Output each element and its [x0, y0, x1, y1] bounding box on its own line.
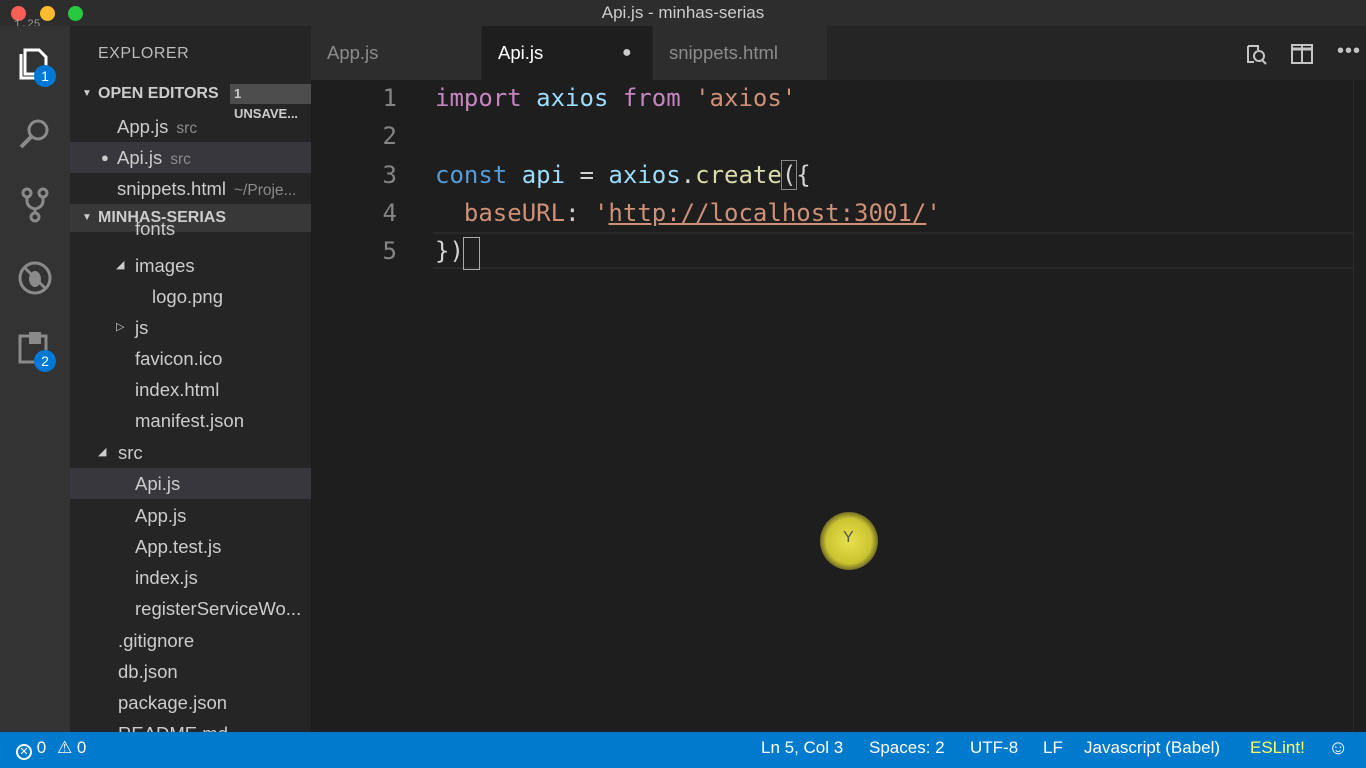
tree-item[interactable]: index.html [70, 374, 311, 405]
tree-item[interactable]: manifest.json [70, 405, 311, 436]
chevron-down-icon: ◢ [98, 446, 107, 458]
code-line-3: const api = axios.create({ [435, 160, 811, 190]
extensions-icon[interactable]: 2 [15, 328, 56, 372]
minimize-window-button[interactable] [40, 6, 55, 21]
source-control-icon[interactable] [15, 184, 55, 224]
open-editor-item[interactable]: snippets.html ~/Proje... [70, 173, 311, 204]
extensions-badge: 2 [34, 350, 56, 372]
tree-item[interactable]: index.js [70, 562, 311, 593]
current-line-highlight [433, 232, 1366, 269]
problems-indicator[interactable]: ✕ 0 ⚠ 0 [16, 732, 86, 764]
indentation[interactable]: Spaces: 2 [869, 732, 945, 764]
line-number: 3 [382, 161, 397, 189]
tree-item[interactable]: db.json [70, 656, 311, 687]
open-editors-header[interactable]: ▼ OPEN EDITORS 1 UNSAVE... [70, 80, 311, 121]
open-editor-item[interactable]: App.js src [70, 111, 311, 142]
code-line-4: baseURL: 'http://localhost:3001/' [463, 199, 941, 227]
open-changes-icon[interactable] [1245, 43, 1267, 65]
code-line-5: }) [435, 237, 464, 265]
window-title: Api.js - minhas-serias [601, 3, 765, 22]
cursor-position[interactable]: Ln 5, Col 3 [761, 732, 843, 764]
explorer-icon[interactable]: 1 [15, 44, 56, 87]
tree-item[interactable]: .gitignore [70, 625, 311, 656]
code-line-1: import axios from 'axios' [435, 84, 797, 112]
line-number: 1 [382, 84, 397, 112]
error-icon: ✕ [16, 744, 32, 760]
chevron-right-icon: ▷ [116, 321, 125, 333]
tab-app-js[interactable]: App.js [311, 26, 481, 80]
feedback-smiley-icon[interactable]: ☺ [1328, 732, 1348, 764]
tab-snippets-html[interactable]: snippets.html [653, 26, 827, 80]
line-number: 4 [382, 199, 397, 227]
search-icon[interactable] [15, 114, 55, 154]
maximize-window-button[interactable] [68, 6, 83, 21]
code-editor[interactable]: 1 2 3 4 5 import axios from 'axios' cons… [311, 80, 1366, 732]
url-link[interactable]: http://localhost:3001/ [608, 199, 926, 227]
tree-item-folder[interactable]: ▷ js [70, 312, 311, 343]
warning-icon: ⚠ [56, 738, 73, 757]
tree-item[interactable]: fonts [70, 222, 311, 240]
tree-item[interactable]: registerServiceWo... [70, 593, 311, 624]
tab-api-js[interactable]: Api.js ● [482, 26, 652, 80]
pointer-icon: Y [843, 529, 854, 546]
status-bar: ✕ 0 ⚠ 0 Ln 5, Col 3 Spaces: 2 UTF-8 LF J… [0, 732, 1366, 768]
open-editor-item[interactable]: ● Api.js src [70, 142, 311, 173]
title-bar: Api.js - minhas-serias [0, 0, 1366, 26]
unsaved-badge: 1 UNSAVE... [230, 84, 311, 121]
tree-item[interactable]: App.test.js [70, 531, 311, 562]
more-actions-icon[interactable]: ••• [1337, 40, 1361, 63]
tree-item[interactable]: logo.png [70, 281, 311, 312]
mouse-cursor-highlight: Y [820, 512, 878, 570]
sidebar-title: EXPLORER [98, 45, 190, 62]
eslint-status[interactable]: ESLint! [1250, 732, 1305, 764]
debug-icon[interactable] [15, 258, 55, 298]
tree-item[interactable]: favicon.ico [70, 343, 311, 374]
language-mode[interactable]: Javascript (Babel) [1084, 732, 1220, 764]
line-number: 5 [382, 237, 397, 265]
open-editors-label: OPEN EDITORS [98, 85, 219, 102]
split-editor-icon[interactable] [1291, 44, 1313, 64]
activity-bar: 1 2 [0, 26, 70, 732]
explorer-badge: 1 [34, 65, 56, 87]
tree-item[interactable]: Api.js [70, 468, 311, 499]
tree-item-folder[interactable]: ◢ src [70, 437, 311, 468]
tree-item-folder[interactable]: ◢ images [70, 250, 311, 281]
editor-tabs: App.js Api.js ● snippets.html ••• [311, 26, 1366, 80]
dirty-dot-icon[interactable]: ● [622, 26, 632, 80]
chevron-down-icon: ▼ [82, 88, 92, 99]
tree-item[interactable]: App.js [70, 500, 311, 531]
editor-scrollbar[interactable] [1353, 80, 1366, 732]
chevron-down-icon: ◢ [116, 259, 125, 271]
tree-item[interactable]: README.md [70, 718, 311, 732]
encoding[interactable]: UTF-8 [970, 732, 1018, 764]
line-number: 2 [382, 122, 397, 150]
explorer-sidebar: EXPLORER ▼ OPEN EDITORS 1 UNSAVE... App.… [70, 26, 311, 732]
tree-item[interactable]: package.json [70, 687, 311, 718]
dirty-dot-icon: ● [101, 150, 109, 165]
end-of-line[interactable]: LF [1043, 732, 1063, 764]
text-cursor [463, 237, 480, 270]
